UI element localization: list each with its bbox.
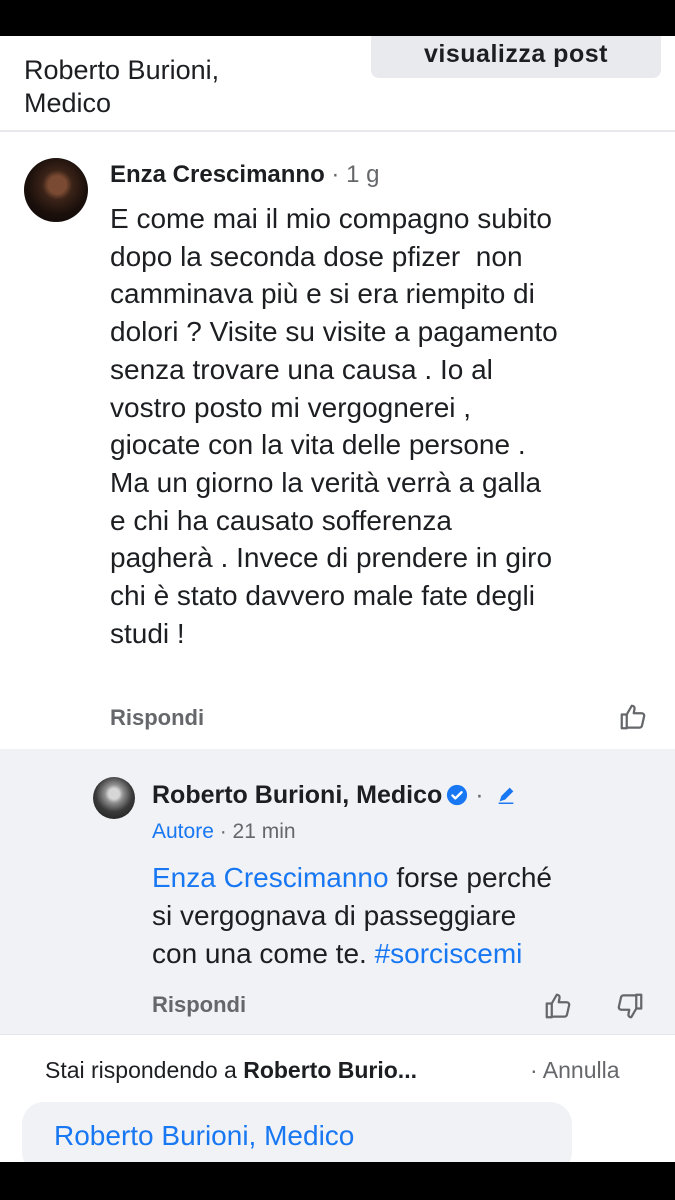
- avatar[interactable]: [93, 777, 135, 819]
- thumbs-up-icon[interactable]: [543, 991, 573, 1021]
- author-badge: Autore: [152, 820, 214, 843]
- comment-line: pagherà . Invece di prendere in giro: [110, 542, 553, 574]
- hashtag-link[interactable]: #sorciscemi: [375, 938, 523, 969]
- verified-icon: [447, 784, 468, 806]
- pencil-icon: [498, 787, 513, 804]
- page-title: Roberto Burioni, Medico: [24, 54, 324, 120]
- reply-line: con una come te. #sorciscemi: [152, 935, 662, 973]
- comment-line: camminava più e si era riempito di: [110, 278, 535, 310]
- reply-author[interactable]: Roberto Burioni, Medico: [152, 781, 442, 809]
- comment: Enza Crescimanno · 1 g E come mai il mio…: [0, 134, 675, 749]
- comment-time[interactable]: 1 g: [346, 161, 379, 188]
- reply-button[interactable]: Rispondi: [152, 992, 246, 1018]
- thumbs-down-icon[interactable]: [615, 991, 645, 1021]
- reply-comment: Roberto Burioni, Medico · Autore · 21 mi…: [0, 749, 675, 1034]
- reply-meta: Roberto Burioni, Medico ·: [152, 780, 517, 810]
- comment-body: E come mai il mio compagno subito dopo l…: [110, 200, 670, 652]
- page-title-line1: Roberto Burioni,: [24, 55, 220, 85]
- reply-text: forse perché: [388, 862, 552, 893]
- comment-line: giocate con la vita delle persone .: [110, 429, 526, 461]
- screen: Roberto Burioni, Medico visualizza post …: [0, 36, 675, 1162]
- comment-line: E come mai il mio compagno subito: [110, 203, 552, 234]
- comment-input-value: Roberto Burioni, Medico: [54, 1120, 355, 1151]
- replying-bar: Stai rispondendo a Roberto Burio... · An…: [0, 1034, 675, 1106]
- comment-line: dopo la seconda dose pfizer non: [110, 240, 523, 272]
- comment-line: dolori ? Visite su visite a pagamento: [110, 316, 558, 348]
- thumbs-up-icon[interactable]: [618, 702, 648, 732]
- meta-separator: ·: [468, 781, 491, 809]
- comment-line: studi !: [110, 617, 185, 649]
- reply-line: si vergognava di passeggiare: [152, 900, 517, 931]
- mention-link[interactable]: Enza Crescimanno: [152, 862, 389, 893]
- replying-prefix: Stai rispondendo a: [45, 1057, 244, 1083]
- header: Roberto Burioni, Medico visualizza post: [0, 36, 675, 132]
- replying-name: Roberto Burio...: [243, 1057, 417, 1083]
- reply-text: con una come te.: [152, 938, 375, 969]
- cancel-button[interactable]: · Annulla: [530, 1057, 620, 1084]
- meta-separator: ·: [324, 161, 347, 188]
- reply-role-line: Autore · 21 min: [152, 819, 296, 845]
- comment-line: e chi ha causato sofferenza: [110, 504, 452, 536]
- comment-line: vostro posto mi vergognerei ,: [110, 391, 472, 423]
- comment-line: chi è stato davvero male fate degli: [110, 580, 535, 612]
- reply-body: Enza Crescimanno forse perché si vergogn…: [152, 859, 662, 973]
- page-title-line2: Medico: [24, 88, 112, 118]
- replying-to-label: Stai rispondendo a Roberto Burio...: [45, 1057, 417, 1084]
- comment-input[interactable]: Roberto Burioni, Medico: [22, 1102, 572, 1162]
- view-post-button[interactable]: visualizza post: [371, 36, 661, 78]
- comment-line: Ma un giorno la verità verrà a galla: [110, 466, 542, 498]
- comment-line: senza trovare una causa . Io al: [110, 353, 493, 385]
- reply-button[interactable]: Rispondi: [110, 705, 204, 731]
- reply-time[interactable]: · 21 min: [220, 820, 296, 843]
- avatar[interactable]: [24, 158, 88, 222]
- comment-author[interactable]: Enza Crescimanno: [110, 161, 325, 188]
- comment-meta: Enza Crescimanno · 1 g: [110, 160, 379, 190]
- reply-line: Enza Crescimanno forse perché: [152, 859, 662, 897]
